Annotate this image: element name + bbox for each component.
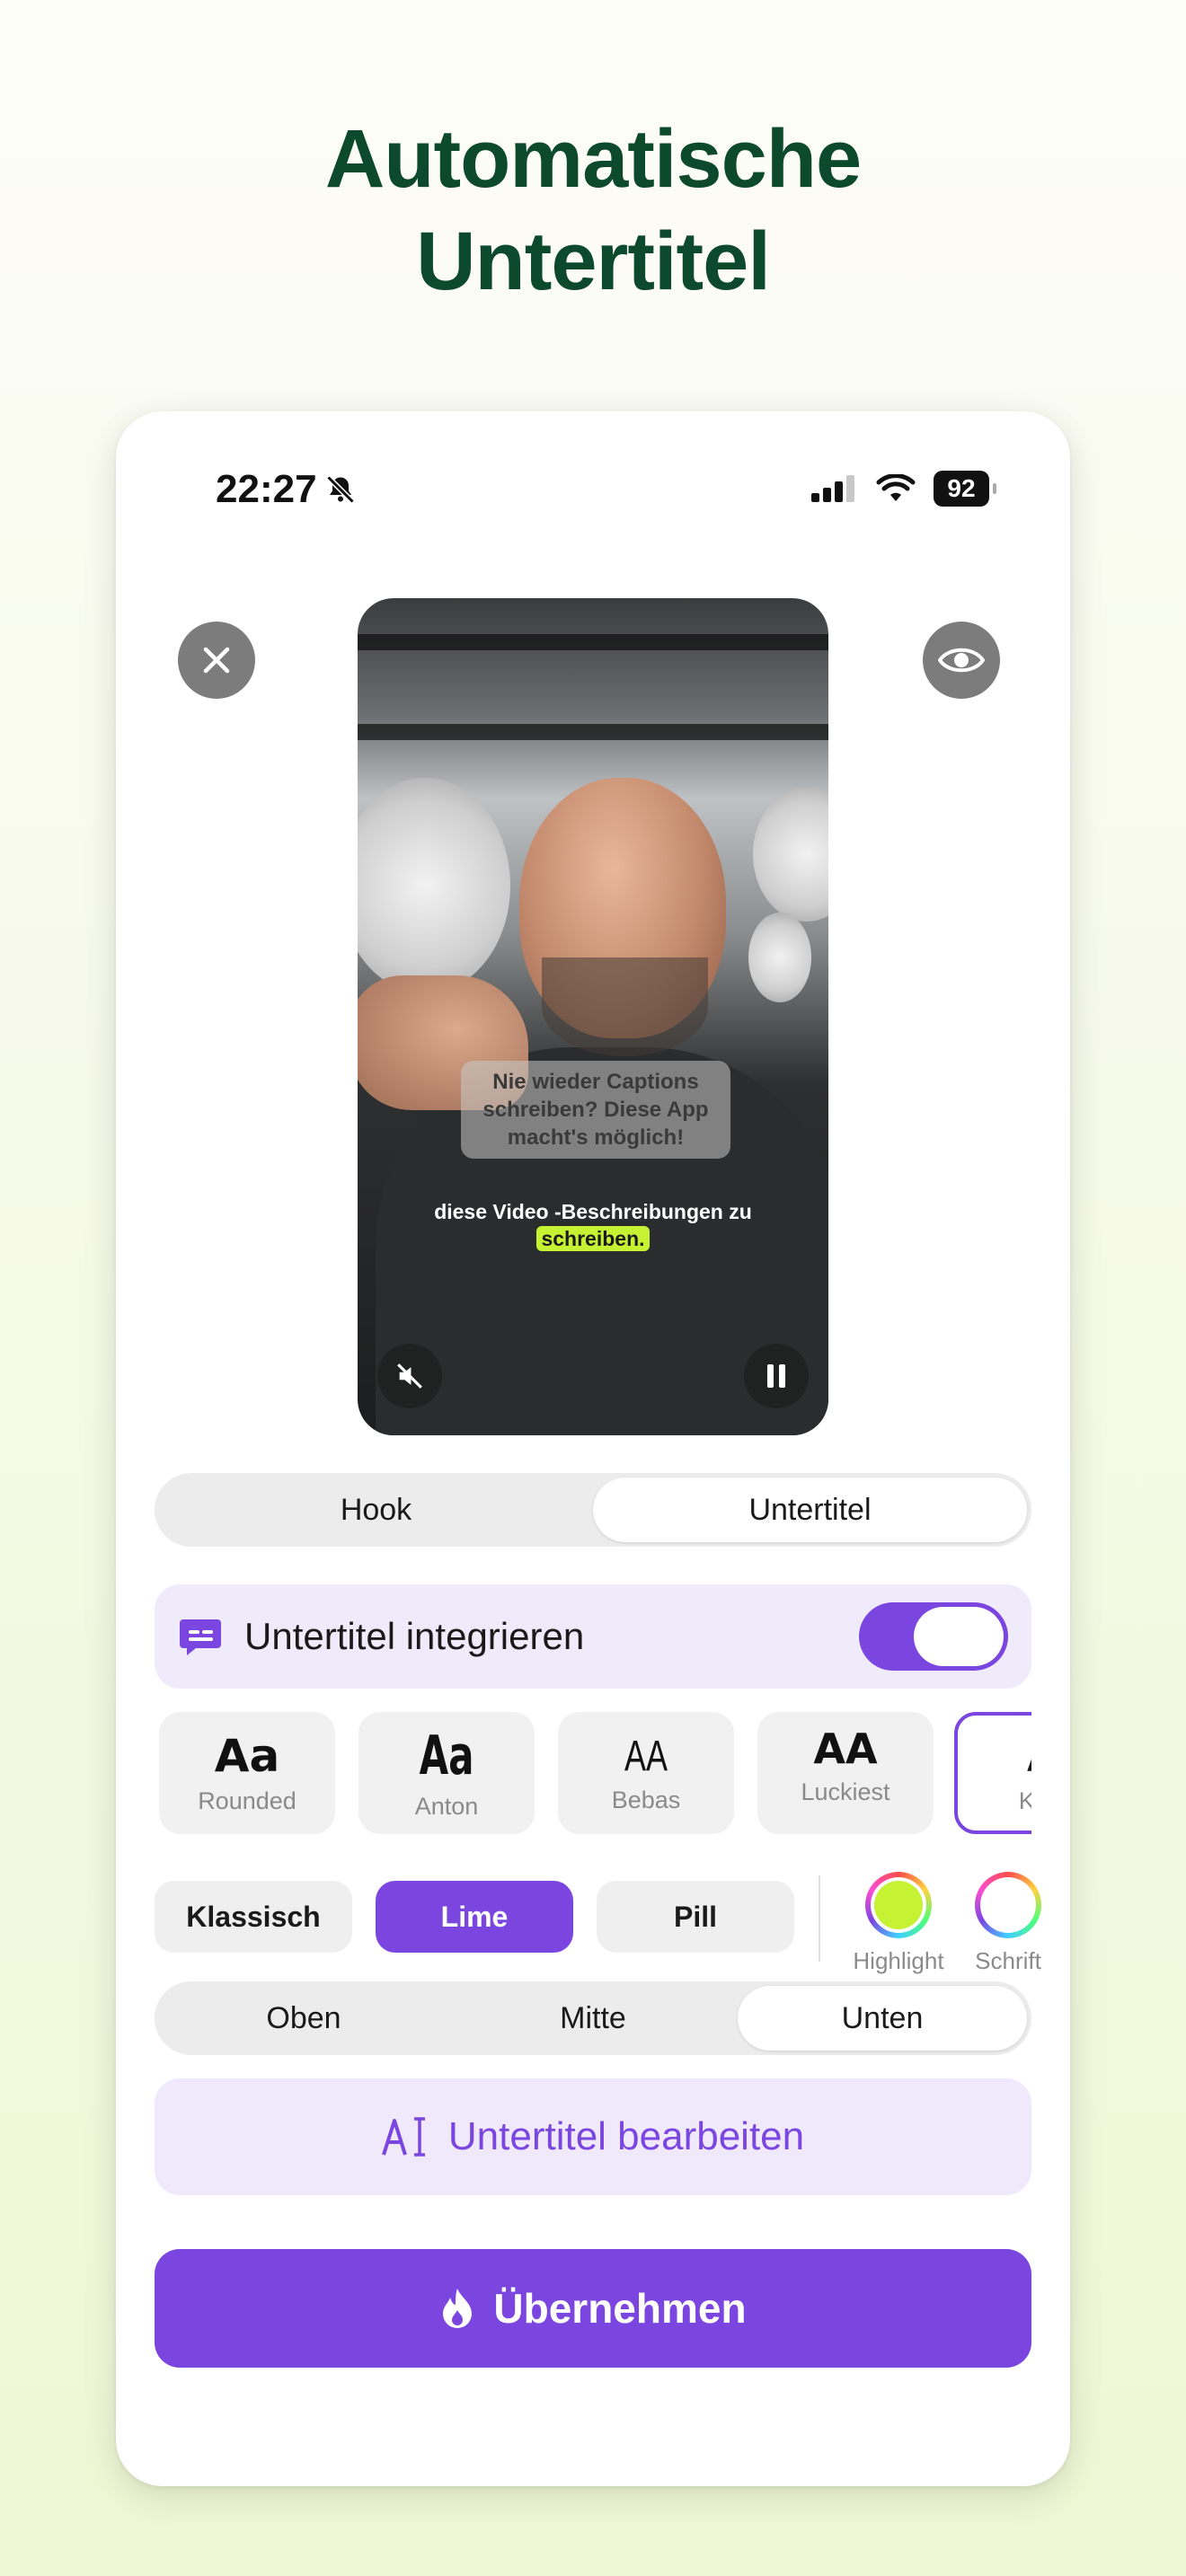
color-ring bbox=[865, 1872, 932, 1938]
tab-mitte-label: Mitte bbox=[560, 2000, 626, 2035]
headline-line-2: Untertitel bbox=[416, 216, 771, 307]
close-button[interactable] bbox=[178, 622, 255, 699]
font-card-klassisch[interactable]: A Klas bbox=[954, 1712, 1031, 1834]
tab-mitte[interactable]: Mitte bbox=[448, 1986, 738, 2051]
headline-line-1: Automatische bbox=[324, 113, 862, 205]
phone-frame: 22:27 92 Nie wieder Captions schreiben? … bbox=[116, 411, 1070, 2486]
font-name: Rounded bbox=[198, 1787, 296, 1814]
preview-button[interactable] bbox=[923, 622, 1000, 699]
tab-oben[interactable]: Oben bbox=[159, 1986, 448, 2051]
font-card-bebas[interactable]: AA Bebas bbox=[558, 1712, 734, 1834]
font-color-picker[interactable]: Schrift bbox=[954, 1872, 1062, 1975]
mute-button[interactable] bbox=[377, 1344, 442, 1408]
position-tabs: Oben Mitte Unten bbox=[155, 1981, 1031, 2055]
highlight-color-picker[interactable]: Highlight bbox=[845, 1872, 952, 1975]
text-cursor-icon bbox=[381, 2117, 425, 2157]
person-beard bbox=[542, 957, 708, 1056]
status-icons: 92 bbox=[811, 471, 996, 507]
pause-icon bbox=[767, 1364, 785, 1388]
subtitle-caption: diese Video -Beschreibungen zu schreiben… bbox=[358, 1198, 828, 1252]
cellular-signal-icon bbox=[811, 475, 854, 502]
font-name: Bebas bbox=[611, 1786, 681, 1813]
schrift-label: Schrift bbox=[975, 1947, 1041, 1974]
style-picker: Klassisch Lime Pill Highlight Schrift bbox=[155, 1872, 1041, 1974]
edit-subtitles-button[interactable]: Untertitel bearbeiten bbox=[155, 2078, 1031, 2195]
stage-light bbox=[358, 778, 510, 993]
font-card-anton[interactable]: Aa Anton bbox=[358, 1712, 535, 1834]
font-sample: A bbox=[958, 1730, 1031, 1782]
hook-caption: Nie wieder Captions schreiben? Diese App… bbox=[461, 1061, 730, 1159]
tab-oben-label: Oben bbox=[266, 2000, 341, 2035]
bell-muted-icon bbox=[325, 475, 355, 504]
font-name: Luckiest bbox=[801, 1778, 890, 1805]
video-preview[interactable]: Nie wieder Captions schreiben? Diese App… bbox=[358, 598, 828, 1435]
highlight-label: Highlight bbox=[853, 1947, 944, 1974]
stage-light bbox=[748, 913, 811, 1002]
pause-button[interactable] bbox=[744, 1344, 809, 1408]
edit-subtitles-label: Untertitel bearbeiten bbox=[447, 2114, 805, 2158]
tab-hook[interactable]: Hook bbox=[159, 1478, 593, 1542]
subtitle-highlight: schreiben. bbox=[536, 1226, 650, 1251]
battery-indicator: 92 bbox=[934, 471, 996, 507]
font-name: Anton bbox=[414, 1793, 479, 1820]
integrate-subtitles-row: Untertitel integrieren bbox=[155, 1584, 1031, 1689]
font-card-luckiest[interactable]: AA Luckiest bbox=[757, 1712, 934, 1834]
subtitle-line: diese Video -Beschreibungen zu bbox=[434, 1200, 752, 1223]
speaker-muted-icon bbox=[397, 1363, 422, 1389]
apply-button[interactable]: Übernehmen bbox=[155, 2249, 1031, 2368]
toggle-knob bbox=[914, 1607, 1004, 1666]
close-icon bbox=[203, 647, 230, 674]
stage-truss bbox=[358, 634, 828, 650]
apply-label: Übernehmen bbox=[493, 2285, 747, 2332]
color-ring bbox=[975, 1872, 1041, 1938]
integrate-toggle[interactable] bbox=[859, 1602, 1008, 1671]
style-klassisch-button[interactable]: Klassisch bbox=[155, 1881, 352, 1953]
subtitles-icon bbox=[180, 1619, 221, 1655]
tab-unten-label: Unten bbox=[841, 2000, 924, 2035]
stage-truss bbox=[358, 724, 828, 740]
font-picker: Aa Rounded Aa Anton AA Bebas AA Luckiest… bbox=[155, 1710, 1031, 1836]
headline: Automatische Untertitel bbox=[0, 108, 1186, 313]
font-sample: AA bbox=[813, 1725, 878, 1773]
font-sample: Aa bbox=[419, 1725, 474, 1787]
flame-icon bbox=[443, 2289, 473, 2328]
tab-unten[interactable]: Unten bbox=[738, 1986, 1027, 2051]
eye-icon bbox=[938, 648, 985, 673]
stage-light bbox=[753, 787, 828, 922]
font-card-rounded[interactable]: Aa Rounded bbox=[159, 1712, 335, 1834]
tab-untertitel[interactable]: Untertitel bbox=[593, 1478, 1027, 1542]
wifi-icon bbox=[876, 474, 916, 501]
mode-tabs: Hook Untertitel bbox=[155, 1473, 1031, 1547]
integrate-label: Untertitel integrieren bbox=[244, 1615, 585, 1657]
divider bbox=[819, 1875, 820, 1962]
font-sample: AA bbox=[624, 1733, 668, 1780]
tab-untertitel-label: Untertitel bbox=[748, 1492, 872, 1527]
style-lime-button[interactable]: Lime bbox=[376, 1881, 573, 1953]
status-time: 22:27 bbox=[216, 467, 357, 512]
tab-hook-label: Hook bbox=[340, 1492, 412, 1527]
font-name: Klas bbox=[1018, 1787, 1031, 1814]
style-pill-button[interactable]: Pill bbox=[597, 1881, 794, 1953]
clock: 22:27 bbox=[216, 467, 317, 511]
font-sample: Aa bbox=[214, 1730, 280, 1782]
